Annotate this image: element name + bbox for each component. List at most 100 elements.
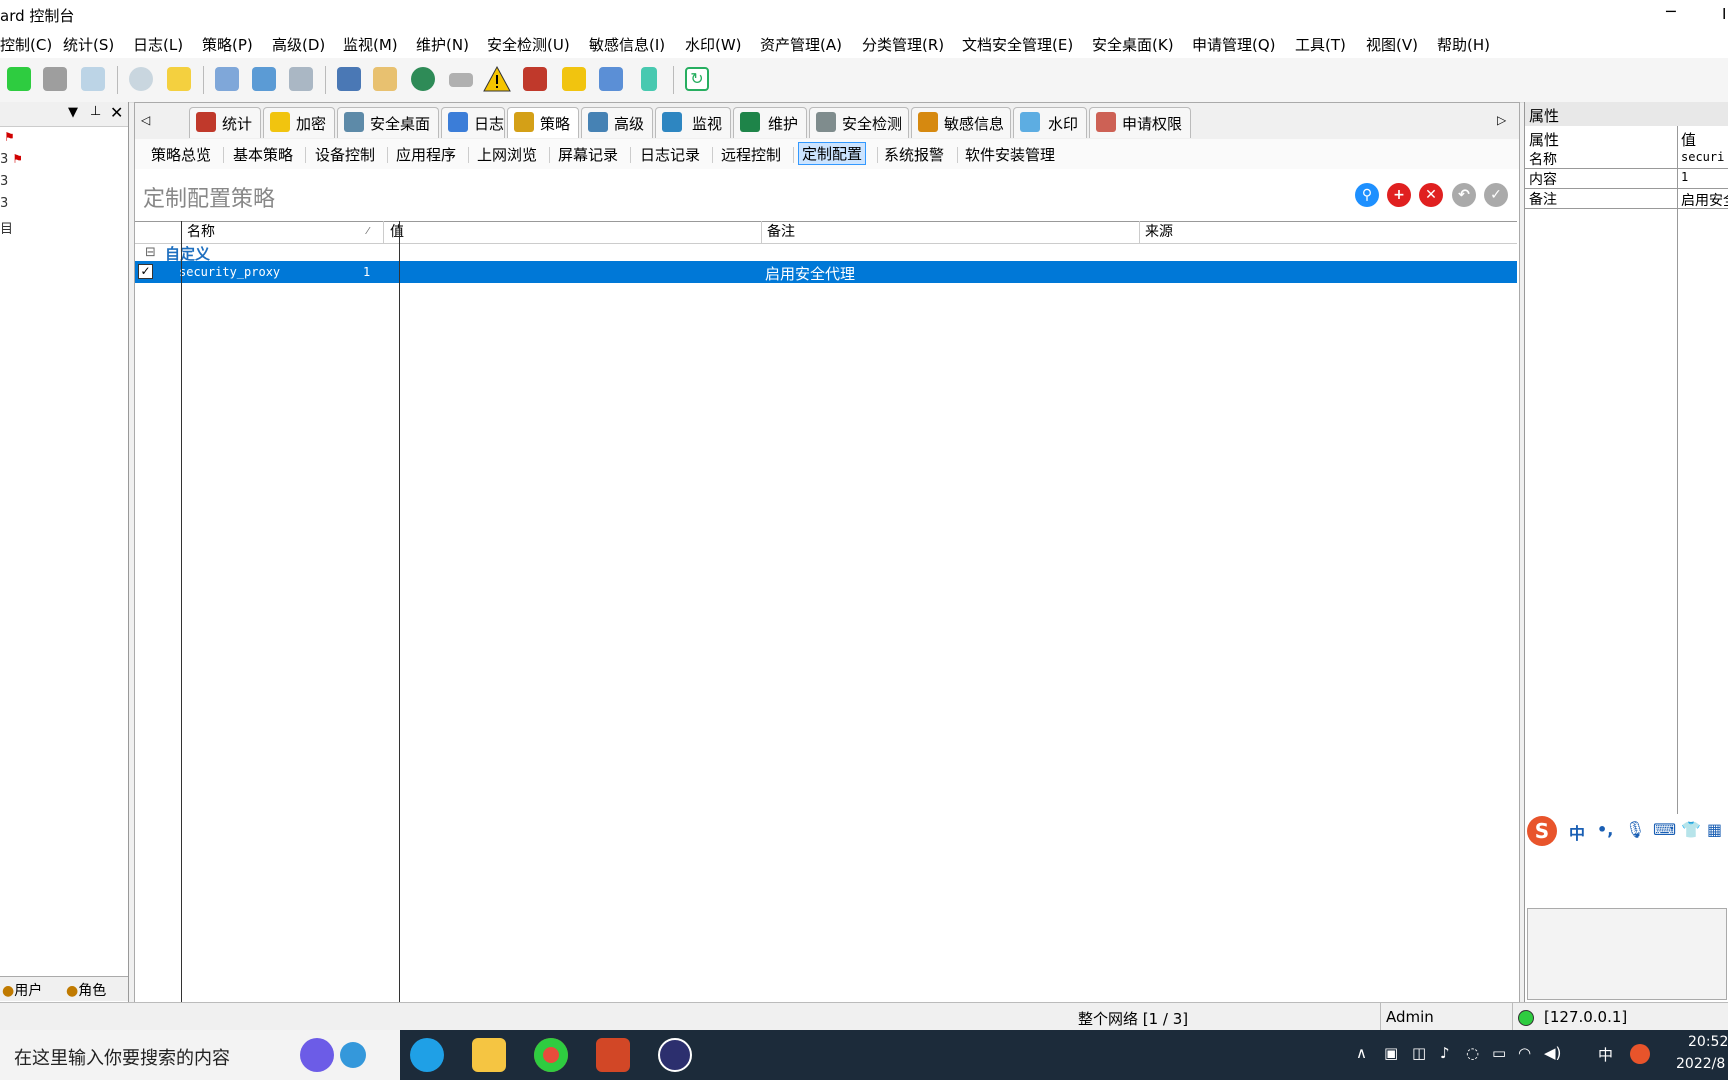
group-collapse-icon[interactable]: ⊟ xyxy=(145,245,156,260)
subtab-apps[interactable]: 应用程序 xyxy=(396,144,456,165)
keyboard-icon[interactable]: ⌨ xyxy=(1653,820,1676,839)
menu-security-check[interactable]: 安全检测(U) xyxy=(487,34,570,55)
clock-date[interactable]: 2022/8 xyxy=(1676,1056,1725,1072)
chart-icon[interactable] xyxy=(520,64,550,94)
table-row[interactable]: ✓ security_proxy 1 启用安全代理 xyxy=(135,261,1517,283)
internet-icon[interactable] xyxy=(408,64,438,94)
key-folder-icon[interactable] xyxy=(164,64,194,94)
tree-item[interactable]: ⚑ xyxy=(0,130,15,145)
property-row[interactable]: 内容 1 xyxy=(1525,168,1728,189)
subtab-custom-config[interactable]: 定制配置 xyxy=(798,142,867,165)
tray-up-icon[interactable]: ∧ xyxy=(1356,1044,1367,1062)
column-header-remark[interactable]: 备注 xyxy=(767,221,795,243)
close-panel-icon[interactable]: ✕ xyxy=(110,103,123,122)
refresh-icon[interactable]: ↻ xyxy=(682,64,712,94)
subtab-logrec[interactable]: 日志记录 xyxy=(640,144,700,165)
delete-button[interactable]: ✕ xyxy=(1419,183,1443,207)
pin-icon[interactable]: ⊥ xyxy=(90,104,101,119)
chrome-icon[interactable] xyxy=(534,1038,568,1072)
skin-icon[interactable]: 👕 xyxy=(1681,820,1701,839)
document-icon[interactable] xyxy=(286,64,316,94)
tray-app-icon[interactable]: ▣ xyxy=(1384,1044,1398,1062)
menu-help[interactable]: 帮助(H) xyxy=(1437,34,1490,55)
column-header-source[interactable]: 来源 xyxy=(1145,221,1173,243)
edge-icon[interactable] xyxy=(410,1038,444,1072)
file-explorer-icon[interactable] xyxy=(472,1038,506,1072)
ime-lang[interactable]: 中 xyxy=(1569,820,1585,844)
menu-requests[interactable]: 申请管理(Q) xyxy=(1192,34,1276,55)
subtab-browse[interactable]: 上网浏览 xyxy=(477,144,537,165)
subtab-basic[interactable]: 基本策略 xyxy=(233,144,293,165)
menu-sensitive[interactable]: 敏感信息(I) xyxy=(589,34,665,55)
tab-sensitive[interactable]: 敏感信息 xyxy=(911,107,1011,138)
property-row[interactable]: 备注启用安全 xyxy=(1525,188,1728,209)
tree-item[interactable]: 3 xyxy=(0,174,8,189)
ime-indicator[interactable]: 中 xyxy=(1598,1044,1613,1065)
tab-log[interactable]: 日志 xyxy=(441,107,505,138)
close-button[interactable]: I xyxy=(1722,5,1726,23)
tab-monitor[interactable]: 监视 xyxy=(655,107,731,138)
wifi-icon[interactable]: ◠ xyxy=(1518,1044,1531,1062)
tab-stats[interactable]: 统计 xyxy=(189,107,261,138)
dropdown-icon[interactable]: ▼ xyxy=(68,105,78,120)
tree-item[interactable]: 3 xyxy=(0,196,8,211)
menu-log[interactable]: 日志(L) xyxy=(133,34,183,55)
tab-scroll-right-icon[interactable]: ▷ xyxy=(1497,113,1506,127)
battery-icon[interactable]: ▭ xyxy=(1492,1044,1506,1062)
subtab-alarm[interactable]: 系统报警 xyxy=(884,144,944,165)
sogou-tray-icon[interactable] xyxy=(1630,1044,1650,1064)
tab-security-check[interactable]: 安全检测 xyxy=(809,107,909,138)
powerpoint-icon[interactable] xyxy=(596,1038,630,1072)
tree-item[interactable]: 3 ⚑ xyxy=(0,152,23,167)
tab-users[interactable]: ●用户 xyxy=(2,980,42,1000)
menu-stats[interactable]: 统计(S) xyxy=(63,34,114,55)
print-icon[interactable] xyxy=(40,64,70,94)
copy-icon[interactable] xyxy=(212,64,242,94)
menu-assets[interactable]: 资产管理(A) xyxy=(760,34,842,55)
microphone-icon[interactable]: 🎙 xyxy=(1625,820,1645,839)
form-icon[interactable] xyxy=(370,64,400,94)
device-icon[interactable] xyxy=(634,64,664,94)
apply-button[interactable]: ✓ xyxy=(1484,183,1508,207)
tray-sync-icon[interactable]: ◌ xyxy=(1466,1044,1479,1062)
minimize-button[interactable]: ─ xyxy=(1666,2,1676,21)
ime-punct[interactable]: •, xyxy=(1597,820,1613,839)
subtab-software-install[interactable]: 软件安装管理 xyxy=(965,144,1055,165)
ime-toolbar[interactable]: S 中 •, 🎙 ⌨ 👕 ▦ xyxy=(1525,814,1728,850)
subtab-overview[interactable]: 策略总览 xyxy=(151,144,211,165)
menu-watermark[interactable]: 水印(W) xyxy=(685,34,742,55)
menu-policy[interactable]: 策略(P) xyxy=(202,34,253,55)
drive-icon[interactable] xyxy=(446,64,476,94)
taskbar-search-input[interactable]: 在这里输入你要搜索的内容 xyxy=(14,1044,230,1070)
monitor-icon[interactable] xyxy=(334,64,364,94)
tray-camera-icon[interactable]: ◫ xyxy=(1412,1044,1426,1062)
search-window-icon[interactable] xyxy=(249,64,279,94)
menu-control[interactable]: 控制(C) xyxy=(0,34,52,55)
tab-scroll-left-icon[interactable]: ◁ xyxy=(141,113,150,127)
menu-secure-desktop[interactable]: 安全桌面(K) xyxy=(1092,34,1174,55)
tab-watermark[interactable]: 水印 xyxy=(1013,107,1087,138)
tab-secure-desktop[interactable]: 安全桌面 xyxy=(337,107,439,138)
console-app-icon[interactable] xyxy=(658,1038,692,1072)
property-row[interactable]: 名称 securi xyxy=(1525,148,1728,169)
lock-icon[interactable] xyxy=(559,64,589,94)
print-preview-icon[interactable] xyxy=(78,64,108,94)
column-header-value[interactable]: 值 xyxy=(390,221,404,243)
tab-roles[interactable]: ●角色 xyxy=(66,980,106,1000)
tab-policy[interactable]: 策略 xyxy=(507,107,579,138)
menu-maintain[interactable]: 维护(N) xyxy=(416,34,469,55)
search-button[interactable]: ⚲ xyxy=(1355,183,1379,207)
warning-icon[interactable] xyxy=(482,64,512,94)
clock-time[interactable]: 20:52 xyxy=(1688,1034,1728,1050)
globe-mouse-icon[interactable] xyxy=(126,64,156,94)
volume-icon[interactable]: ◀) xyxy=(1544,1044,1561,1062)
subtab-device[interactable]: 设备控制 xyxy=(315,144,375,165)
menu-advanced[interactable]: 高级(D) xyxy=(272,34,325,55)
tab-advanced[interactable]: 高级 xyxy=(581,107,653,138)
add-button[interactable]: + xyxy=(1387,183,1411,207)
grid-menu-icon[interactable]: ▦ xyxy=(1707,820,1722,839)
login-icon[interactable] xyxy=(4,64,34,94)
tray-mic-icon[interactable]: ♪ xyxy=(1440,1044,1450,1062)
edit-icon[interactable] xyxy=(596,64,626,94)
undo-button[interactable]: ↶ xyxy=(1452,183,1476,207)
